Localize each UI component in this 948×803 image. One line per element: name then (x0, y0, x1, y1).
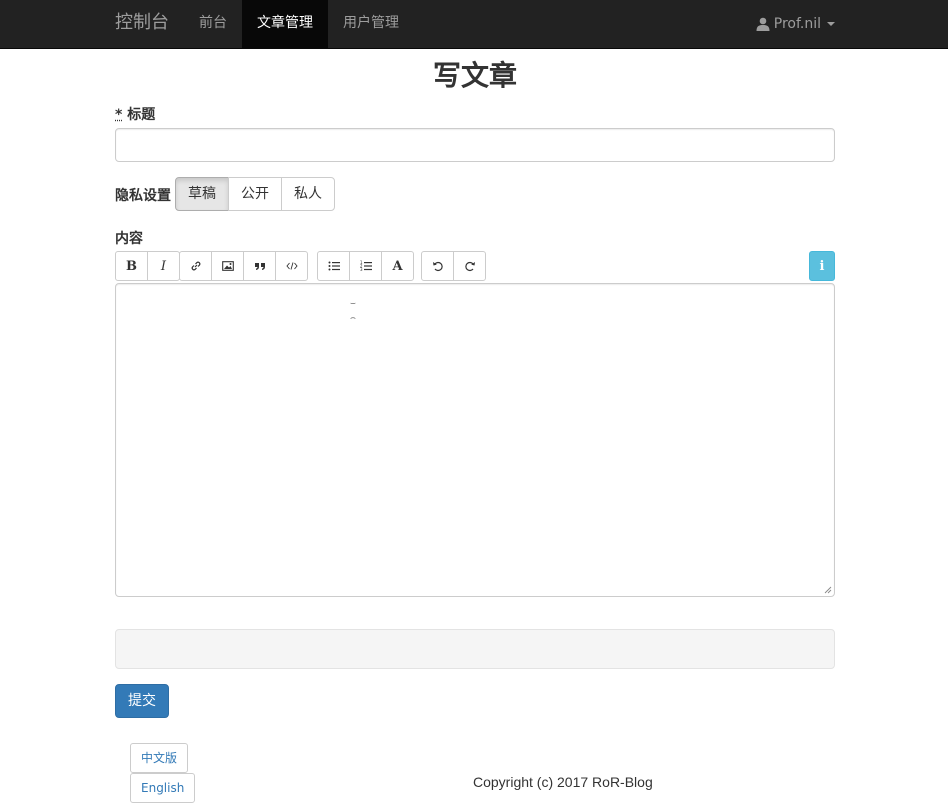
toolbar-group-format: B I (115, 251, 180, 281)
copyright-text: Copyright (c) 2017 RoR-Blog (473, 774, 653, 790)
top-navbar: 控制台 前台 文章管理 用户管理 Prof.nil (0, 0, 948, 49)
title-label-text: 标题 (127, 107, 156, 123)
toolbar-group-insert (179, 251, 308, 281)
title-label: * 标题 (115, 104, 155, 124)
privacy-draft-button[interactable]: 草稿 (175, 177, 229, 211)
italic-button[interactable]: I (147, 251, 180, 281)
ordered-list-button[interactable]: 123 (349, 251, 382, 281)
language-english-button[interactable]: English (130, 773, 196, 803)
content-preview (115, 629, 835, 669)
svg-text:3: 3 (360, 267, 363, 272)
redo-button[interactable] (453, 251, 486, 281)
code-button[interactable] (275, 251, 308, 281)
caret-down-icon (827, 22, 835, 26)
content-label: 内容 (115, 231, 143, 247)
privacy-label: 隐私设置 (115, 188, 171, 204)
unordered-list-icon (328, 261, 340, 271)
editor-toolbar: B I 123 A i (115, 251, 835, 281)
privacy-button-group: 草稿 公开 私人 (175, 177, 335, 211)
required-mark: * (115, 107, 123, 123)
quote-button[interactable] (243, 251, 276, 281)
toolbar-group-history (421, 251, 486, 281)
image-icon (221, 261, 234, 271)
link-icon (191, 261, 200, 271)
privacy-private-button[interactable]: 私人 (281, 177, 335, 211)
redo-icon (464, 261, 475, 272)
user-menu-dropdown[interactable]: Prof.nil (756, 0, 835, 48)
undo-button[interactable] (421, 251, 454, 281)
info-icon: i (819, 258, 825, 274)
user-icon (756, 17, 770, 31)
undo-icon (432, 261, 443, 272)
content-editor[interactable]: ⌣ ⌢ (115, 283, 835, 597)
language-chinese-button[interactable]: 中文版 (130, 743, 189, 773)
nav-front[interactable]: 前台 (185, 0, 241, 48)
user-name: Prof.nil (773, 16, 821, 32)
text-cursor-bottom: ⌢ (350, 313, 356, 323)
ordered-list-icon: 123 (360, 260, 372, 272)
heading-icon: A (392, 258, 403, 274)
page-title: 写文章 (432, 59, 517, 92)
title-input[interactable] (115, 128, 835, 162)
editor-help-button[interactable]: i (809, 251, 835, 281)
brand-link[interactable]: 控制台 (115, 0, 169, 48)
text-cursor-top: ⌣ (350, 299, 356, 309)
unordered-list-button[interactable] (317, 251, 350, 281)
quote-icon (254, 263, 265, 270)
heading-button[interactable]: A (381, 251, 414, 281)
resize-grip-icon[interactable] (824, 586, 832, 594)
code-icon (285, 262, 298, 270)
italic-icon: I (160, 258, 167, 274)
image-button[interactable] (211, 251, 244, 281)
nav-user-management[interactable]: 用户管理 (328, 0, 414, 48)
privacy-public-button[interactable]: 公开 (228, 177, 282, 211)
bold-icon: B (126, 258, 137, 274)
toolbar-group-lists: 123 A (317, 251, 414, 281)
nav-article-management[interactable]: 文章管理 (242, 0, 328, 48)
submit-button[interactable]: 提交 (115, 684, 169, 718)
bold-button[interactable]: B (115, 251, 148, 281)
link-button[interactable] (179, 251, 212, 281)
